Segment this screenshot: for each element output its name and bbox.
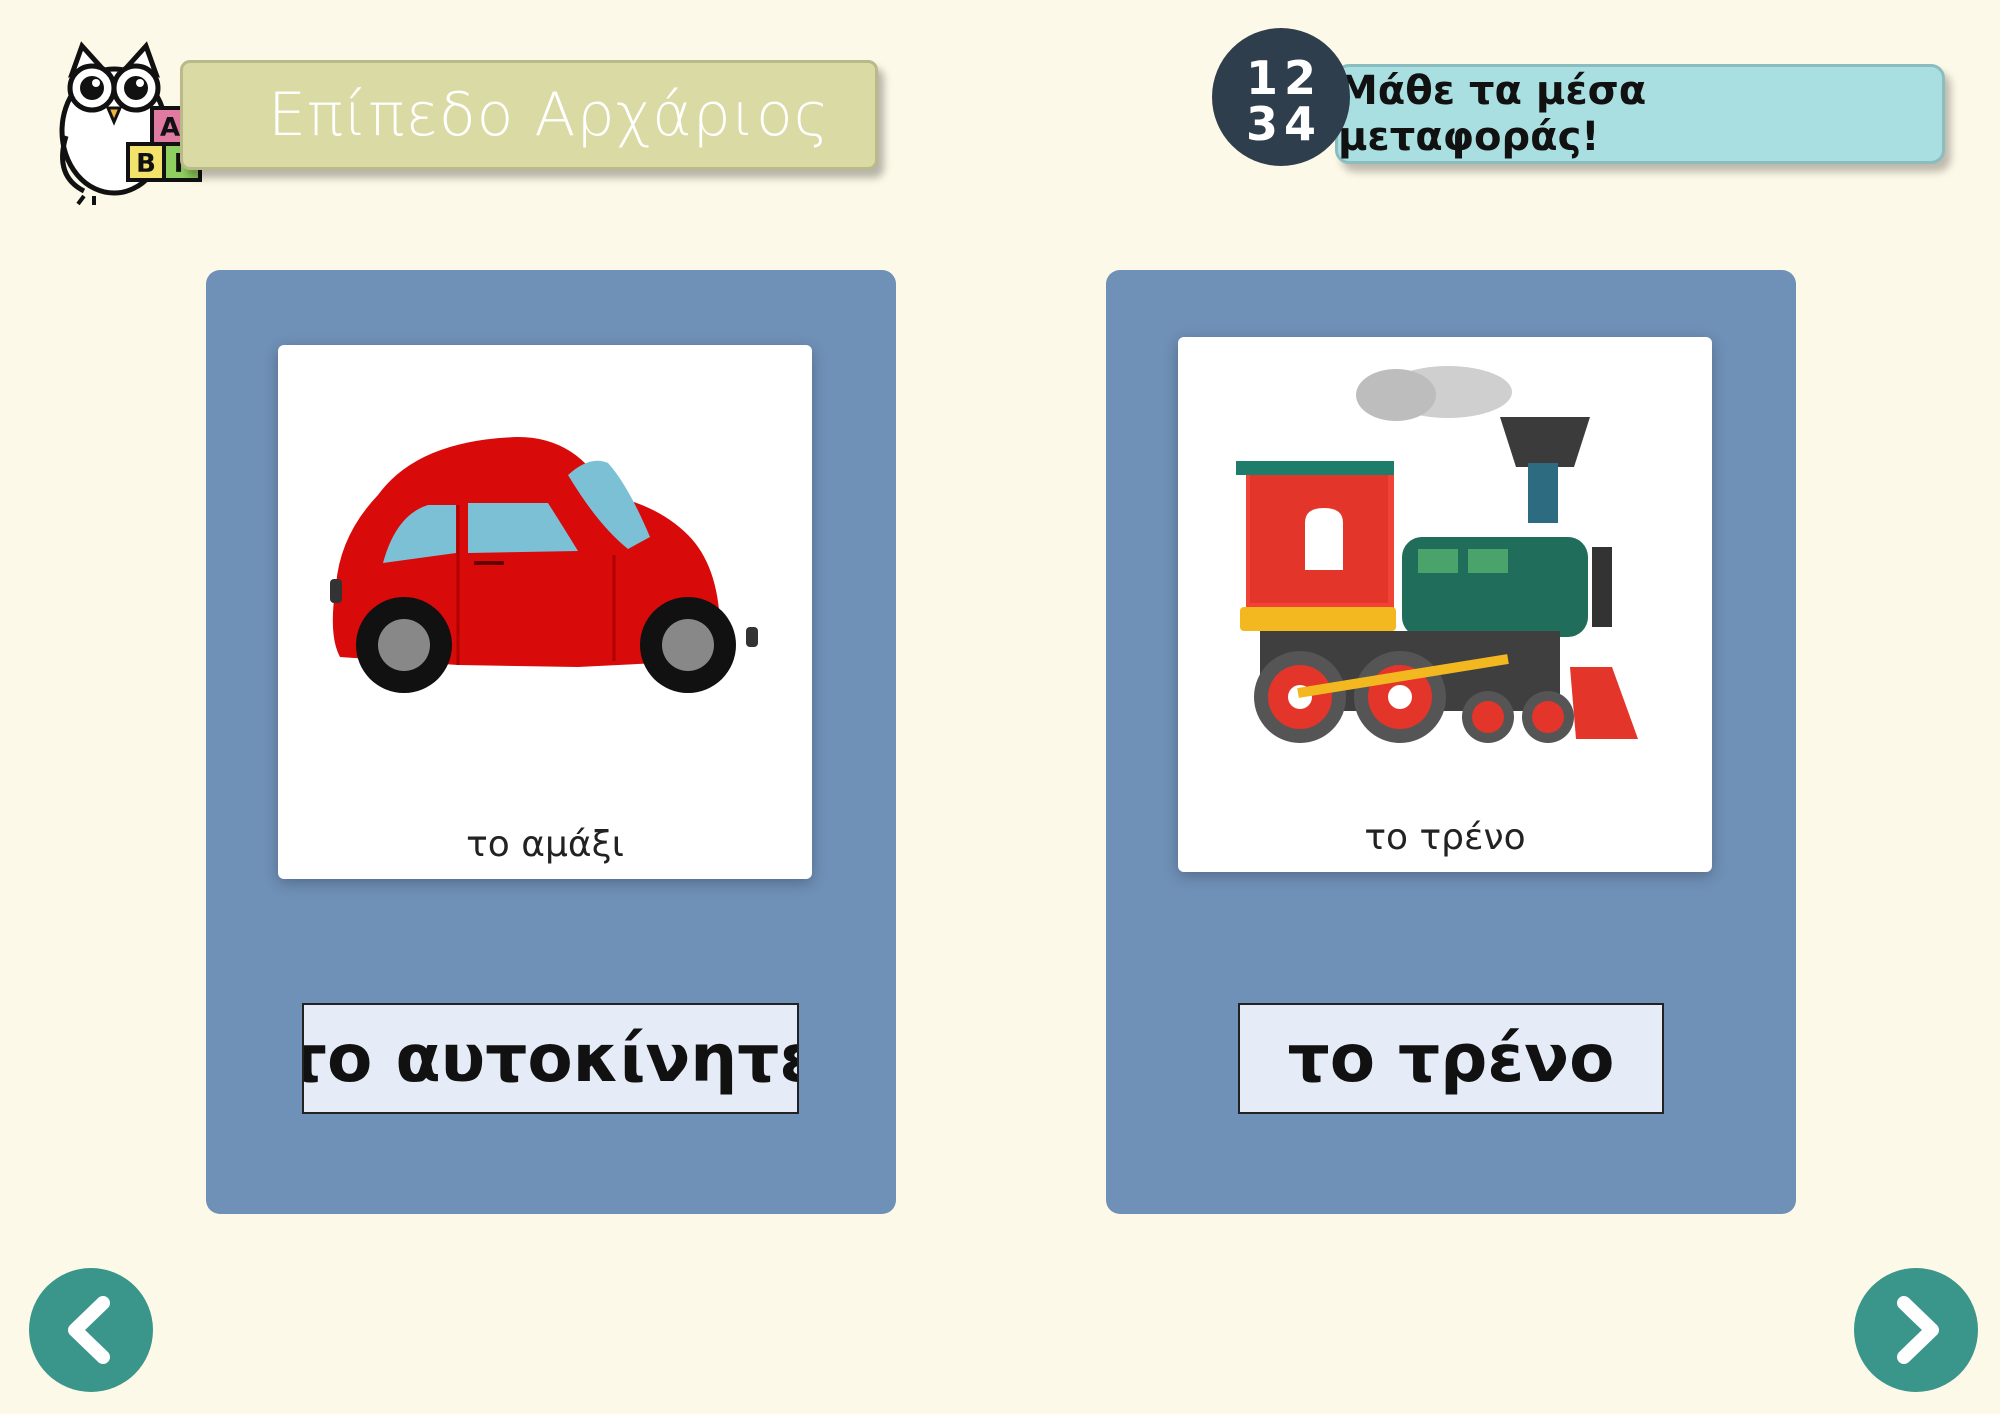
car-caption: το αμάξι (466, 824, 624, 865)
car-picture-card: το αμάξι (278, 345, 812, 879)
chevron-left-icon (68, 1296, 110, 1364)
numbers-badge-icon: 1 2 3 4 (1212, 28, 1350, 166)
badge-number-3: 3 (1246, 97, 1278, 151)
train-word-label[interactable]: το τρένο (1238, 1003, 1664, 1114)
logo-letter-b: Β (136, 149, 156, 179)
next-button[interactable] (1854, 1268, 1978, 1392)
level-label: Επίπεδο Αρχάριος (268, 80, 830, 150)
badge-number-4: 4 (1284, 97, 1316, 151)
previous-button[interactable] (29, 1268, 153, 1392)
car-word-label[interactable]: το αυτοκίνητε (302, 1003, 799, 1114)
car-icon (330, 437, 758, 693)
chevron-right-icon (1897, 1296, 1939, 1364)
title-banner: Μάθε τα μέσα μεταφοράς! (1335, 64, 1945, 164)
level-banner: Επίπεδο Αρχάριος (180, 60, 878, 170)
train-picture-card: το τρένο (1178, 337, 1712, 872)
train-caption: το τρένο (1364, 817, 1526, 858)
logo-letter-a: Α (160, 113, 180, 143)
train-icon (1236, 366, 1638, 743)
page-title: Μάθε τα μέσα μεταφοράς! (1338, 68, 1647, 160)
